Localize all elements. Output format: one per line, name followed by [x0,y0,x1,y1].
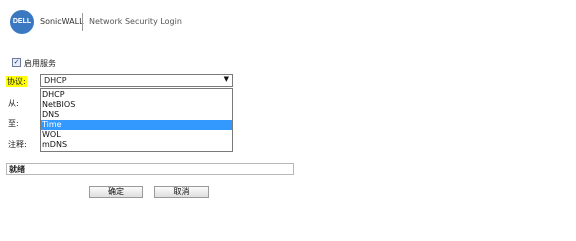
status-text: 就绪 [9,165,25,174]
option-time[interactable]: Time [41,120,232,130]
chevron-down-icon[interactable]: ▼ [224,75,229,83]
comment-label: 注释: [8,140,27,149]
option-wol[interactable]: WOL [41,130,232,140]
protocol-dropdown-list[interactable]: DHCP NetBIOS DNS Time WOL mDNS [40,88,233,152]
dell-logo: DELL [10,10,34,34]
option-mdns[interactable]: mDNS [41,140,232,150]
page-title: Network Security Login [89,17,182,26]
brand-name: SonicWALL [40,17,84,26]
header-divider [82,13,83,31]
protocol-select[interactable]: DHCP ▼ [40,74,233,87]
protocol-label: 协议: [6,76,27,87]
ok-button[interactable]: 确定 [89,186,143,198]
status-bar: 就绪 [6,163,294,175]
option-dns[interactable]: DNS [41,110,232,120]
option-netbios[interactable]: NetBIOS [41,100,232,110]
option-dhcp[interactable]: DHCP [41,90,232,100]
enable-label: 启用服务 [24,59,56,68]
cancel-button[interactable]: 取消 [154,186,209,198]
from-label: 从: [8,99,19,108]
enable-checkbox[interactable]: ✓ [12,58,21,67]
to-label: 至: [8,119,19,128]
protocol-select-value: DHCP [44,76,67,85]
